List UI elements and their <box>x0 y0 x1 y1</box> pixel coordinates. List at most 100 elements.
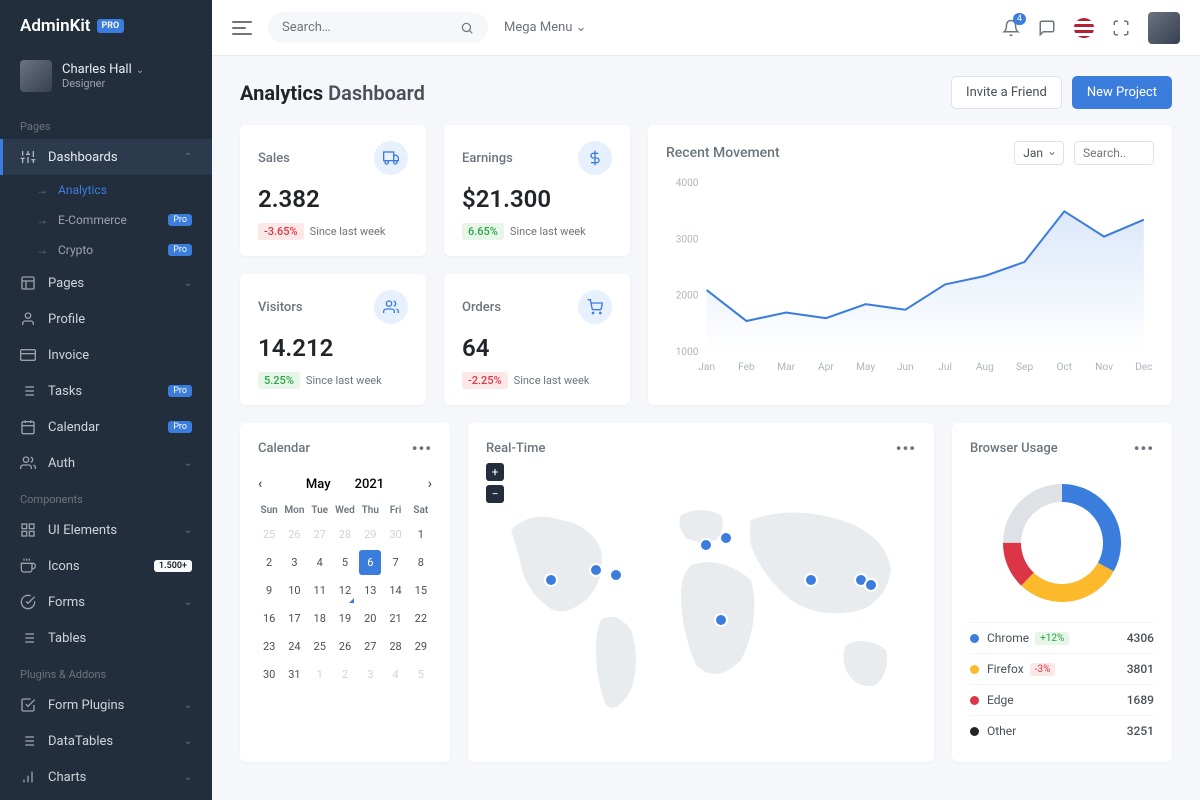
calendar-day[interactable]: 8 <box>410 550 432 575</box>
more-icon[interactable]: ••• <box>412 439 432 458</box>
calendar-day[interactable]: 21 <box>384 606 406 631</box>
sidebar-subitem-crypto[interactable]: →CryptoPro <box>0 235 212 265</box>
content: Analytics Dashboard Invite a Friend New … <box>212 56 1200 800</box>
zoom-in-icon[interactable]: + <box>486 463 504 481</box>
calendar-day[interactable]: 7 <box>384 550 406 575</box>
sidebar-item-invoice[interactable]: Invoice <box>0 337 212 373</box>
calendar-day[interactable]: 31 <box>283 662 305 687</box>
sidebar-subitem-e-commerce[interactable]: →E-CommercePro <box>0 205 212 235</box>
calendar-day[interactable]: 30 <box>258 662 280 687</box>
brand[interactable]: AdminKit PRO <box>0 0 212 52</box>
calendar-day[interactable]: 11 <box>309 578 331 603</box>
calendar-day[interactable]: 19 <box>334 606 356 631</box>
chart-search-input[interactable] <box>1074 141 1154 165</box>
menu-toggle-icon[interactable] <box>232 21 252 35</box>
calendar-day[interactable]: 15 <box>410 578 432 603</box>
more-icon[interactable]: ••• <box>896 439 916 458</box>
calendar-day[interactable]: 16 <box>258 606 280 631</box>
fullscreen-icon[interactable] <box>1112 19 1130 37</box>
sidebar-item-form-plugins[interactable]: Form Plugins⌄ <box>0 687 212 723</box>
calendar-next-icon[interactable]: › <box>428 476 432 492</box>
sidebar-item-tables[interactable]: Tables <box>0 620 212 656</box>
calendar-day[interactable]: 18 <box>309 606 331 631</box>
calendar-day[interactable]: 25 <box>309 634 331 659</box>
messages-icon[interactable] <box>1038 19 1056 37</box>
zoom-out-icon[interactable]: − <box>486 485 504 503</box>
calendar-day[interactable]: 3 <box>283 550 305 575</box>
list-icon <box>20 630 36 646</box>
calendar-day[interactable]: 27 <box>359 634 381 659</box>
sidebar-item-calendar[interactable]: CalendarPro <box>0 409 212 445</box>
sidebar-item-tasks[interactable]: TasksPro <box>0 373 212 409</box>
svg-text:Aug: Aug <box>976 362 994 373</box>
calendar-prev-icon[interactable]: ‹ <box>258 476 262 492</box>
calendar-day[interactable]: 4 <box>384 662 406 687</box>
svg-text:Dec: Dec <box>1135 362 1152 373</box>
calendar-day[interactable]: 28 <box>384 634 406 659</box>
list-icon <box>20 733 36 749</box>
calendar-day[interactable]: 3 <box>359 662 381 687</box>
invite-friend-button[interactable]: Invite a Friend <box>951 76 1062 109</box>
calendar-day[interactable]: 14 <box>384 578 406 603</box>
sidebar-section-label: Components <box>0 481 212 512</box>
stat-label: Visitors <box>258 300 303 315</box>
sidebar-item-datatables[interactable]: DataTables⌄ <box>0 723 212 759</box>
calendar-day[interactable]: 6 <box>359 550 381 575</box>
calendar-day[interactable]: 1 <box>309 662 331 687</box>
new-project-button[interactable]: New Project <box>1072 76 1172 109</box>
sidebar-item-profile[interactable]: Profile <box>0 301 212 337</box>
sidebar-item-pages[interactable]: Pages⌄ <box>0 265 212 301</box>
nav-label: Auth <box>48 456 75 471</box>
sidebar-item-auth[interactable]: Auth⌄ <box>0 445 212 481</box>
calendar-day[interactable]: 9 <box>258 578 280 603</box>
calendar-day[interactable]: 2 <box>258 550 280 575</box>
sidebar-item-forms[interactable]: Forms⌄ <box>0 584 212 620</box>
calendar-day[interactable]: 10 <box>283 578 305 603</box>
language-flag-icon[interactable] <box>1074 18 1094 38</box>
calendar-day[interactable]: 28 <box>334 522 356 547</box>
calendar-day[interactable]: 13 <box>359 578 381 603</box>
calendar-day[interactable]: 29 <box>359 522 381 547</box>
svg-text:Sep: Sep <box>1016 362 1033 373</box>
svg-text:3000: 3000 <box>676 234 699 245</box>
svg-text:Jul: Jul <box>938 362 952 373</box>
calendar-day[interactable]: 5 <box>334 550 356 575</box>
calendar-day[interactable]: 17 <box>283 606 305 631</box>
chart-month-select[interactable]: Jan <box>1014 141 1064 165</box>
calendar-day[interactable]: 2 <box>334 662 356 687</box>
calendar-day[interactable]: 5 <box>410 662 432 687</box>
browser-delta: +12% <box>1035 632 1069 645</box>
calendar-day[interactable]: 4 <box>309 550 331 575</box>
more-icon[interactable]: ••• <box>1134 439 1154 458</box>
calendar-year: 2021 <box>355 477 385 492</box>
nav-label: Calendar <box>48 420 100 435</box>
sidebar-item-icons[interactable]: Icons1.500+ <box>0 548 212 584</box>
sidebar-user[interactable]: Charles Hall⌄ Designer <box>0 52 212 108</box>
calendar-day[interactable]: 12 <box>334 578 356 603</box>
sidebar-item-dashboards[interactable]: Dashboards⌃ <box>0 139 212 175</box>
calendar-day[interactable]: 24 <box>283 634 305 659</box>
search-input[interactable] <box>282 20 460 35</box>
calendar-day[interactable]: 29 <box>410 634 432 659</box>
search-box[interactable] <box>268 12 488 43</box>
notifications-icon[interactable]: 4 <box>1002 19 1020 37</box>
users-icon <box>20 455 36 471</box>
sidebar-item-ui-elements[interactable]: UI Elements⌄ <box>0 512 212 548</box>
calendar-day[interactable]: 30 <box>384 522 406 547</box>
chevron-icon: ⌄ <box>184 700 192 711</box>
calendar-day[interactable]: 27 <box>309 522 331 547</box>
calendar-day[interactable]: 22 <box>410 606 432 631</box>
calendar-day[interactable]: 1 <box>410 522 432 547</box>
calendar-day[interactable]: 23 <box>258 634 280 659</box>
calendar-day[interactable]: 20 <box>359 606 381 631</box>
topbar-avatar[interactable] <box>1148 12 1180 44</box>
calendar-day[interactable]: 26 <box>334 634 356 659</box>
main: Mega Menu ⌄ 4 Analytics Dashboard Invite… <box>212 0 1200 800</box>
pro-badge: Pro <box>168 214 192 226</box>
svg-text:May: May <box>856 362 875 373</box>
sidebar-subitem-analytics[interactable]: →Analytics <box>0 175 212 205</box>
sidebar-item-charts[interactable]: Charts⌄ <box>0 759 212 795</box>
calendar-day[interactable]: 26 <box>283 522 305 547</box>
mega-menu[interactable]: Mega Menu ⌄ <box>504 20 587 35</box>
calendar-day[interactable]: 25 <box>258 522 280 547</box>
